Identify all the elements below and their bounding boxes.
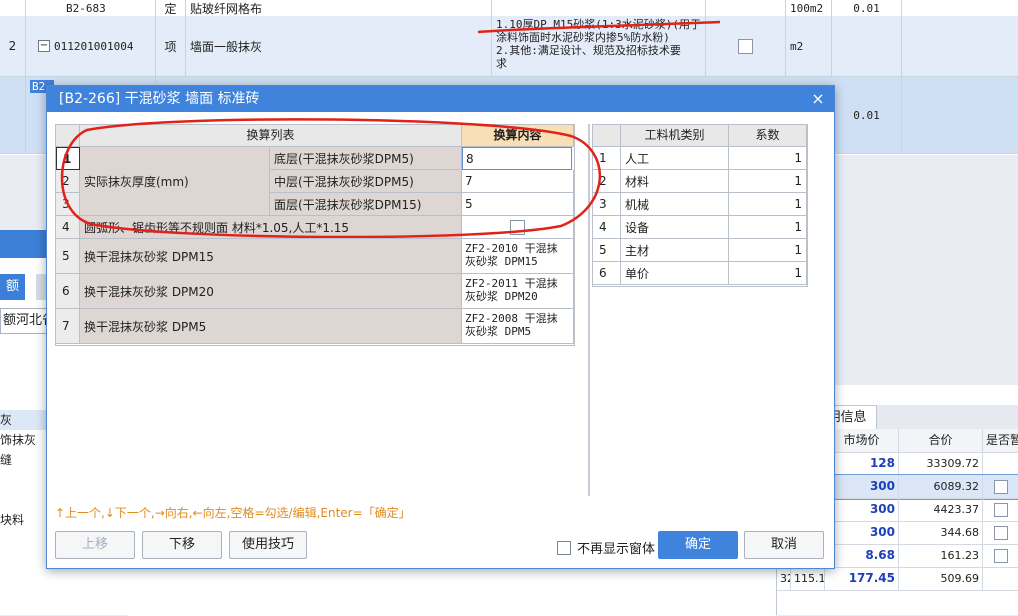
- replace-dpm15-label: 换干混抹灰砂浆 DPM15: [80, 239, 462, 274]
- usage-tips-button[interactable]: 使用技巧: [229, 531, 307, 559]
- row-name: 墙面一般抹灰: [190, 39, 263, 54]
- no-show-checkbox[interactable]: 不再显示窗体: [557, 538, 655, 557]
- move-down-button[interactable]: 下移: [142, 531, 222, 559]
- coef-type-label: 机械: [621, 193, 729, 216]
- replace-dpm15-value[interactable]: ZF2-2010 干混抹 灰砂浆 DPM15: [462, 239, 574, 274]
- row-type: 项: [164, 39, 177, 54]
- no-show-label: 不再显示窗体: [577, 542, 656, 557]
- close-icon[interactable]: ×: [810, 86, 826, 112]
- coef-type-label: 单价: [621, 262, 729, 285]
- coef-value-input[interactable]: 1: [729, 216, 807, 239]
- row-type: 定: [164, 1, 177, 16]
- left-panel-tab[interactable]: 额: [0, 274, 26, 300]
- replace-dpm5-value[interactable]: ZF2-2008 干混抹 灰砂浆 DPM5: [462, 309, 574, 344]
- replace-dpm20-value[interactable]: ZF2-2011 干混抹 灰砂浆 DPM20: [462, 274, 574, 309]
- row-checkbox[interactable]: [738, 38, 753, 54]
- provisional-checkbox[interactable]: [993, 526, 1008, 540]
- row-qty: 0.01: [853, 108, 880, 122]
- replace-dpm5-label: 换干混抹灰砂浆 DPM5: [80, 309, 462, 344]
- keyboard-hint: ↑上一个,↓下一个,→向右,←向左,空格=勾选/编辑,Enter=「确定」: [55, 506, 411, 520]
- row-code: 011201001004: [54, 39, 134, 53]
- row-qty: 0.01: [853, 1, 880, 15]
- cancel-button[interactable]: 取消: [744, 531, 824, 559]
- coef-type-label: 主材: [621, 239, 729, 262]
- table-row[interactable]: 32 115.16 177.45 509.69: [777, 567, 1018, 591]
- provisional-checkbox[interactable]: [993, 503, 1008, 517]
- dialog-titlebar[interactable]: [B2-266] 干混砂浆 墙面 标准砖 ×: [47, 86, 834, 112]
- move-up-button[interactable]: 上移: [55, 531, 135, 559]
- row-number: 7: [56, 309, 80, 344]
- provisional-checkbox[interactable]: [993, 480, 1008, 494]
- row-unit: m2: [790, 39, 804, 53]
- row-code: B2-683: [66, 1, 106, 15]
- annotation-circle: [60, 118, 602, 238]
- provisional-checkbox[interactable]: [993, 549, 1008, 563]
- replace-dpm20-label: 换干混抹灰砂浆 DPM20: [80, 274, 462, 309]
- row-number: 6: [56, 274, 80, 309]
- coefficient-table: 工料机类别 系数 1 人工 1 2 材料 1 3 机械 1 4 设备 1 5 主…: [592, 124, 808, 287]
- annotation-underline: [477, 20, 721, 34]
- coef-type-label: 材料: [621, 170, 729, 193]
- coef-value-input[interactable]: 1: [729, 262, 807, 285]
- dialog-title: [B2-266] 干混砂浆 墙面 标准砖: [59, 91, 260, 107]
- coef-value-input[interactable]: 1: [729, 193, 807, 216]
- header-coefficient: 系数: [729, 125, 807, 147]
- coef-type-label: 人工: [621, 147, 729, 170]
- coef-value-input[interactable]: 1: [729, 170, 807, 193]
- row-number: 2: [8, 39, 17, 53]
- row-name: 贴玻纤网格布: [190, 1, 263, 16]
- row-number: 5: [56, 239, 80, 274]
- collapse-icon[interactable]: −: [38, 40, 50, 52]
- header-material-type: 工料机类别: [621, 125, 729, 147]
- row-unit: 100m2: [790, 1, 824, 15]
- coef-value-input[interactable]: 1: [729, 239, 807, 262]
- checkbox-box[interactable]: [557, 540, 571, 555]
- coef-value-input[interactable]: 1: [729, 147, 807, 170]
- coef-type-label: 设备: [621, 216, 729, 239]
- conversion-dialog: [B2-266] 干混砂浆 墙面 标准砖 × 换算列表 换算内容 1 2 3 实…: [46, 85, 835, 569]
- ok-button[interactable]: 确定: [658, 531, 738, 559]
- bottom-panel: [128, 566, 776, 616]
